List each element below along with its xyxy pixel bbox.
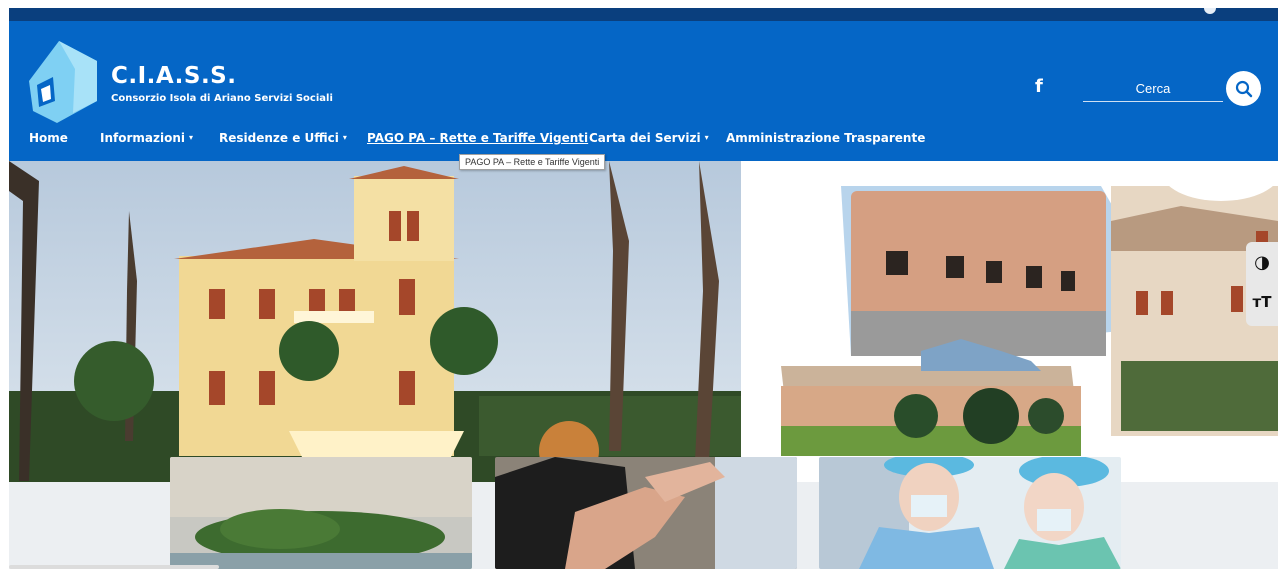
nav-item-home[interactable]: Home <box>29 131 68 145</box>
search-button[interactable] <box>1226 71 1261 106</box>
nav-item-label: Residenze e Uffici <box>219 131 339 145</box>
nav-item-pago-pa[interactable]: PAGO PA – Rette e Tariffe Vigenti <box>367 131 588 145</box>
site-header: C.I.A.S.S. Consorzio Isola di Ariano Ser… <box>9 21 1278 161</box>
house-logo-icon <box>29 41 97 123</box>
text-size-button[interactable]: ᴛT <box>1246 282 1278 322</box>
contrast-icon: ◑ <box>1254 251 1270 273</box>
horizontal-scrollbar[interactable] <box>9 565 219 569</box>
nav-item-residenze-uffici[interactable]: Residenze e Uffici ▾ <box>219 131 347 145</box>
site-subtitle[interactable]: Consorzio Isola di Ariano Servizi Social… <box>111 93 333 104</box>
nav-item-amministrazione-trasparente[interactable]: Amministrazione Trasparente <box>726 131 925 145</box>
chevron-down-icon: ▾ <box>704 133 709 142</box>
utility-dot-icon <box>1204 8 1216 14</box>
nav-item-label: Carta dei Servizi <box>589 131 701 145</box>
browser-viewport: C.I.A.S.S. Consorzio Isola di Ariano Ser… <box>9 8 1278 569</box>
chevron-down-icon: ▾ <box>189 133 194 142</box>
facebook-link[interactable]: f <box>1035 76 1043 97</box>
nav-item-label: Amministrazione Trasparente <box>726 131 926 145</box>
nav-item-carta-servizi[interactable]: Carta dei Servizi ▾ <box>589 131 709 145</box>
nav-item-label: PAGO PA – Rette e Tariffe Vigenti <box>367 131 589 145</box>
hero-banner <box>9 161 1278 482</box>
main-navigation: Home Informazioni ▾ Residenze e Uffici ▾ P… <box>9 129 1278 151</box>
chevron-down-icon: ▾ <box>342 133 347 142</box>
nav-item-label: Informazioni <box>100 131 185 145</box>
facebook-icon: f <box>1035 76 1043 97</box>
accessibility-toolbar: ◑ ᴛT <box>1246 242 1278 326</box>
search-input[interactable] <box>1083 75 1223 102</box>
nav-item-label: Home <box>29 131 68 145</box>
text-size-icon: ᴛT <box>1252 293 1272 311</box>
feature-card-physiotherapy[interactable] <box>495 457 797 569</box>
nav-tooltip: PAGO PA – Rette e Tariffe Vigenti <box>459 154 606 170</box>
nav-item-informazioni[interactable]: Informazioni ▾ <box>100 131 193 145</box>
contrast-toggle-button[interactable]: ◑ <box>1246 242 1278 282</box>
feature-card-nurses[interactable] <box>819 457 1121 569</box>
top-utility-bar <box>9 8 1278 21</box>
feature-card-island[interactable] <box>170 457 472 569</box>
hero-collage-photo <box>741 161 1278 482</box>
site-title[interactable]: C.I.A.S.S. <box>111 63 236 89</box>
hero-villa-photo <box>9 161 741 482</box>
search-icon <box>1235 80 1252 97</box>
